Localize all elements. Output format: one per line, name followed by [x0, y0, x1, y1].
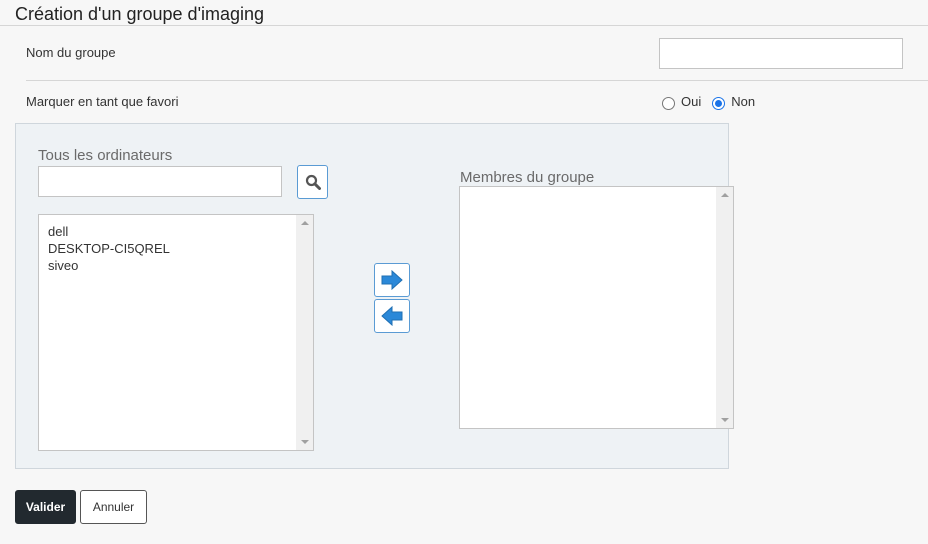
row-divider	[26, 80, 928, 81]
favorite-oui-label: Oui	[681, 94, 702, 109]
scroll-down-icon[interactable]	[721, 418, 729, 422]
group-name-label: Nom du groupe	[26, 45, 116, 60]
group-name-input[interactable]	[659, 38, 903, 69]
search-button[interactable]	[297, 165, 328, 199]
scroll-up-icon[interactable]	[721, 193, 729, 197]
computer-list: dell DESKTOP-CI5QREL siveo	[48, 223, 170, 274]
member-selector-panel: Tous les ordinateurs dell DESKTOP-CI5QRE…	[15, 123, 734, 469]
imaging-group-form-page: Création d'un groupe d'imaging Nom du gr…	[0, 0, 928, 544]
computer-list-scrollbar[interactable]	[296, 215, 313, 450]
favorite-non-label: Non	[731, 94, 756, 109]
group-members-label: Membres du groupe	[460, 169, 595, 186]
arrow-left-icon	[381, 306, 403, 326]
list-item[interactable]: dell	[48, 223, 170, 240]
submit-button[interactable]: Valider	[15, 490, 76, 524]
cancel-button[interactable]: Annuler	[80, 490, 147, 524]
search-icon	[305, 174, 321, 190]
all-computers-label: Tous les ordinateurs	[38, 147, 173, 164]
list-item[interactable]: DESKTOP-CI5QREL	[48, 240, 170, 257]
page-title: Création d'un groupe d'imaging	[15, 4, 265, 24]
add-member-button[interactable]	[374, 263, 410, 297]
members-list-scrollbar[interactable]	[716, 187, 733, 428]
remove-member-button[interactable]	[374, 299, 410, 333]
scroll-down-icon[interactable]	[301, 440, 309, 444]
arrow-right-icon	[381, 270, 403, 290]
favorite-radio-group: Oui Non	[662, 93, 766, 110]
favorite-non-radio[interactable]	[712, 97, 726, 110]
favorite-oui-radio[interactable]	[662, 97, 675, 110]
favorite-label: Marquer en tant que favori	[26, 94, 179, 109]
all-computers-listbox[interactable]: dell DESKTOP-CI5QREL siveo	[38, 214, 314, 451]
computer-search-input[interactable]	[38, 166, 282, 197]
title-divider	[0, 25, 928, 26]
scroll-up-icon[interactable]	[301, 221, 309, 225]
group-members-listbox[interactable]	[459, 186, 734, 429]
list-item[interactable]: siveo	[48, 257, 170, 274]
